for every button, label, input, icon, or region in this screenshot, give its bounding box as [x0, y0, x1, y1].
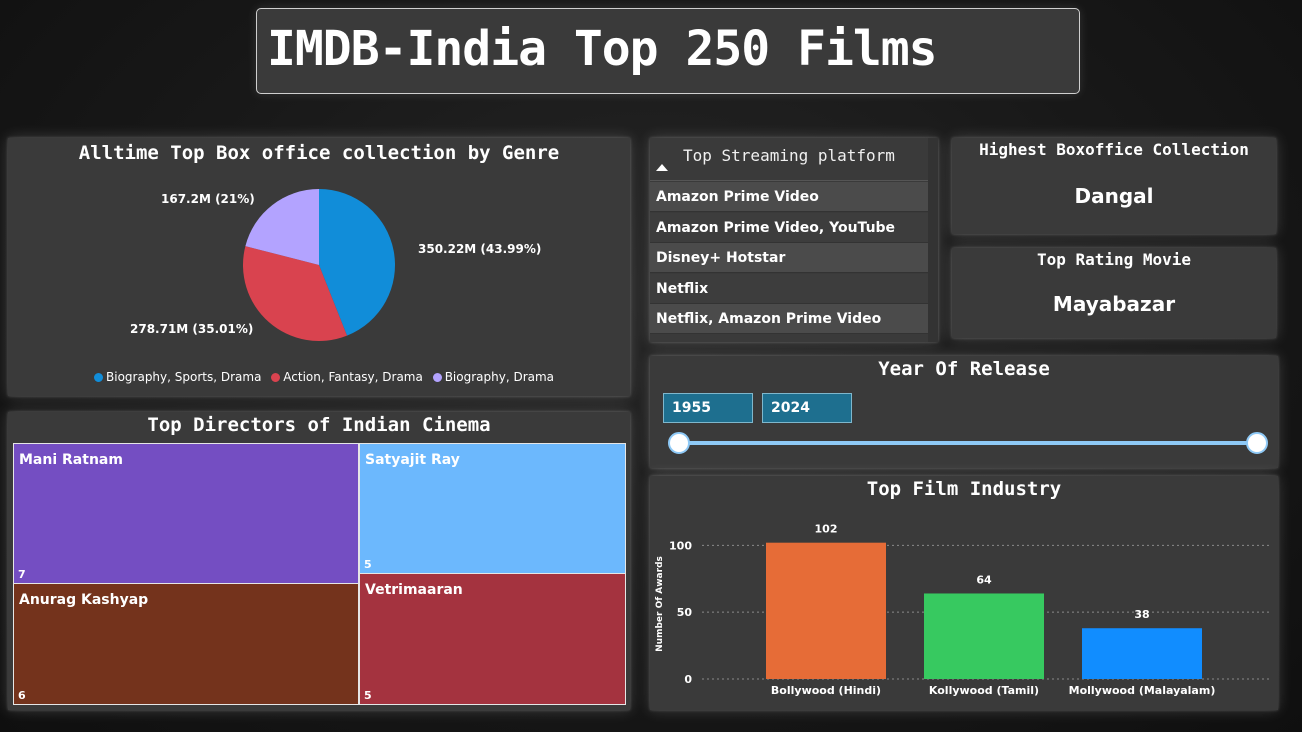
card-value: Mayabazar	[1052, 292, 1176, 316]
list-item[interactable]: Amazon Prime Video	[650, 182, 928, 212]
tile-value: 7	[18, 568, 26, 581]
streaming-header-label: Top Streaming platform	[683, 146, 895, 165]
industry-bar-chart: 0 50 100 Number Of Awards 102 Bollywood (Hind…	[655, 523, 1272, 697]
year-start-input[interactable]: 1955	[663, 393, 753, 423]
tile-value: 5	[364, 689, 372, 702]
list-item[interactable]: Netflix, Amazon Prime Video	[650, 304, 928, 334]
legend-dot	[94, 373, 103, 382]
y-tick-label: 100	[669, 539, 692, 552]
rating-card: Top Rating Movie Mayabazar	[952, 248, 1276, 338]
slider-track[interactable]	[678, 441, 1256, 445]
genre-pie-panel: Alltime Top Box office collection by Gen…	[8, 138, 630, 396]
bar-data-label: 38	[1134, 608, 1149, 621]
pie-data-label: 167.2M (21%)	[161, 192, 255, 206]
directors-treemap-panel: Top Directors of Indian Cinema Mani Ratn…	[8, 412, 630, 710]
treemap-tile[interactable]: Mani Ratnam 7	[13, 443, 359, 584]
y-tick-label: 0	[684, 673, 692, 686]
bar[interactable]	[766, 542, 886, 679]
legend-label: Action, Fantasy, Drama	[283, 370, 423, 384]
pie-data-label: 350.22M (43.99%)	[418, 242, 542, 256]
legend-item[interactable]: Biography, Drama	[432, 370, 555, 384]
year-slider-title: Year Of Release	[878, 358, 1050, 380]
year-end-input[interactable]: 2024	[762, 393, 852, 423]
streaming-slicer-header[interactable]: Top Streaming platform	[650, 138, 928, 181]
pie-data-label: 278.71M (35.01%)	[130, 322, 254, 336]
tile-name: Mani Ratnam	[19, 452, 123, 468]
boxoffice-card: Highest Boxoffice Collection Dangal	[952, 138, 1276, 234]
x-tick-label: Mollywood (Malayalam)	[1069, 684, 1216, 697]
page-title: IMDB-India Top 250 Films	[267, 21, 938, 77]
tile-name: Vetrimaaran	[365, 582, 463, 598]
legend-item[interactable]: Action, Fantasy, Drama	[271, 370, 423, 384]
legend-dot	[432, 373, 442, 382]
tile-name: Anurag Kashyap	[19, 592, 149, 608]
list-item[interactable]: Amazon Prime Video, YouTube	[650, 213, 928, 243]
treemap-tile[interactable]: Anurag Kashyap 6	[13, 583, 359, 705]
legend-label: Biography, Drama	[444, 370, 555, 384]
slider-end-handle[interactable]	[1246, 432, 1268, 454]
legend-label: Biography, Sports, Drama	[106, 370, 262, 384]
bar[interactable]	[1082, 628, 1202, 679]
card-title: Highest Boxoffice Collection	[979, 140, 1249, 159]
treemap-tile[interactable]: Vetrimaaran 5	[359, 573, 626, 705]
bar-data-label: 102	[815, 523, 838, 536]
genre-pie-chart	[243, 189, 395, 341]
bar[interactable]	[924, 593, 1044, 679]
year-slider-panel: Year Of Release 1955 2024	[650, 356, 1278, 468]
sort-up-icon[interactable]	[656, 164, 668, 171]
x-tick-label: Kollywood (Tamil)	[929, 684, 1039, 697]
card-value: Dangal	[1074, 184, 1154, 208]
x-tick-label: Bollywood (Hindi)	[771, 684, 881, 697]
treemap-tile[interactable]: Satyajit Ray 5	[359, 443, 626, 574]
streaming-slicer: Top Streaming platform Amazon Prime Vide…	[650, 138, 938, 342]
legend-dot	[271, 373, 281, 382]
card-title: Top Rating Movie	[1036, 250, 1192, 269]
slider-start-handle[interactable]	[668, 432, 690, 454]
y-axis-label: Number Of Awards	[655, 556, 665, 652]
list-item[interactable]: Disney+ Hotstar	[650, 243, 928, 273]
directors-title: Top Directors of Indian Cinema	[147, 414, 491, 436]
legend-item[interactable]: Biography, Sports, Drama	[94, 370, 261, 384]
y-tick-label: 50	[677, 606, 693, 619]
scrollbar[interactable]	[928, 138, 938, 342]
pie-legend: Biography, Sports, Drama Action, Fantasy…	[94, 370, 560, 384]
industry-bar-panel: Top Film Industry 0 50 100 Number Of Awards…	[650, 476, 1278, 710]
tile-value: 6	[18, 689, 26, 702]
title-box: IMDB-India Top 250 Films	[256, 8, 1080, 94]
tile-value: 5	[364, 558, 372, 571]
list-item[interactable]: Netflix	[650, 274, 928, 304]
tile-name: Satyajit Ray	[365, 452, 460, 468]
bar-data-label: 64	[976, 573, 992, 586]
